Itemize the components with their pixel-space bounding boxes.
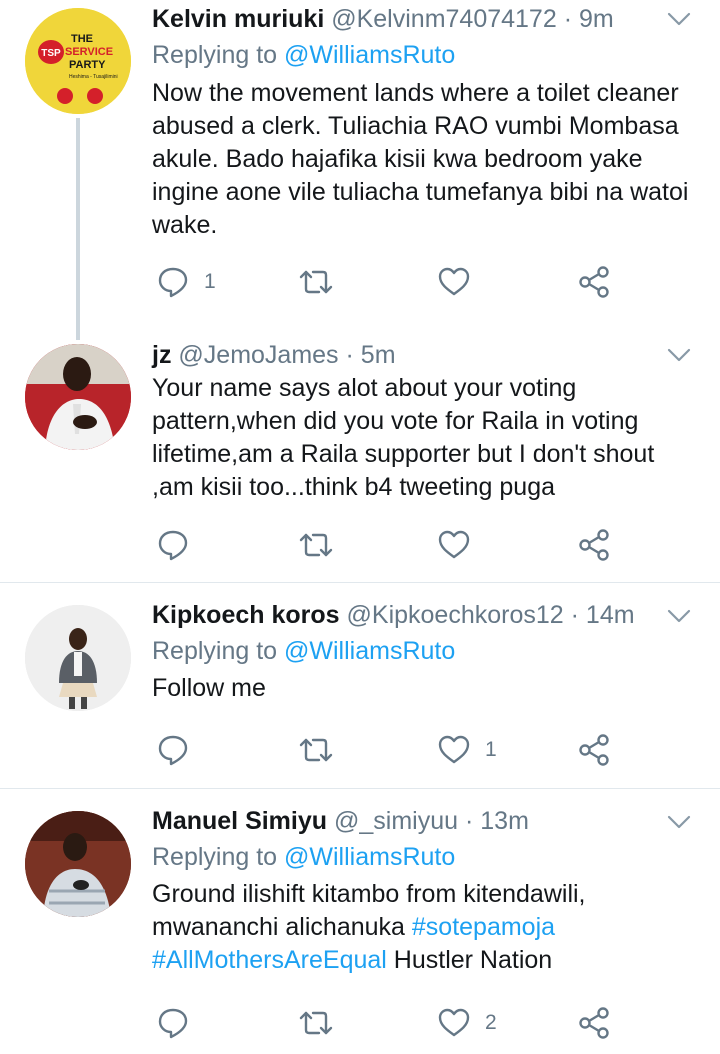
like-button[interactable] [437,525,485,565]
chevron-down-icon[interactable] [666,6,692,32]
tweet-text: Your name says alot about your voting pa… [152,374,655,501]
tweet-header: Kipkoech koros @Kipkoechkoros12 · 14m [152,598,690,632]
chevron-down-icon[interactable] [666,342,692,368]
like-icon [437,528,471,562]
action-bar [152,525,632,565]
reply-button[interactable]: 1 [156,262,216,302]
share-icon [577,528,611,562]
logo-line2: SERVICE [65,46,113,58]
tweet-header: Kelvin muriuki @Kelvinm74074172 · 9m [152,2,690,36]
chevron-down-icon[interactable] [666,603,692,629]
replying-to: Replying to @WilliamsRuto [152,634,690,668]
logo-line1: THE [71,33,93,45]
share-button[interactable] [577,525,611,565]
replying-to-prefix: Replying to [152,41,285,69]
separator-dot: · [563,5,573,33]
tweet-header: jz @JemoJames · 5m [152,338,690,372]
like-icon [437,733,471,767]
like-count: 1 [485,738,497,761]
logo-tagline: Heshima - Tusajilimini [69,74,118,80]
tweet-header: Manuel Simiyu @_simiyuu · 13m [152,804,690,838]
tweet[interactable]: TSP THE SERVICE PARTY Heshima - Tusajili… [0,0,720,330]
replying-to-mention[interactable]: @WilliamsRuto [284,41,455,69]
tweet[interactable]: jz @JemoJames · 5m Your name says alot a… [0,330,720,582]
avatar[interactable] [25,605,131,711]
share-icon [577,1006,611,1040]
tweet-text: Now the movement lands where a toilet cl… [152,79,689,239]
tweet-text: Follow me [152,674,266,702]
retweet-button[interactable] [297,525,349,565]
tweet-text-part2: Hustler Nation [386,946,553,974]
share-button[interactable] [577,730,611,770]
timestamp[interactable]: 13m [480,807,529,835]
user-handle[interactable]: @Kelvinm74074172 [331,5,557,33]
retweet-icon [297,528,335,562]
action-bar: 1 [152,730,632,770]
reply-icon [156,733,190,767]
like-icon [437,265,471,299]
replying-to: Replying to @WilliamsRuto [152,38,690,72]
logo-badge-text: TSP [41,48,61,59]
timestamp[interactable]: 14m [586,601,635,629]
reply-icon [156,528,190,562]
retweet-icon [297,733,335,767]
display-name[interactable]: jz [152,341,171,369]
like-count: 2 [485,1011,497,1034]
separator-dot: · [570,601,579,629]
timestamp[interactable]: 9m [579,5,614,33]
like-button[interactable]: 2 [437,1003,497,1043]
tweet[interactable]: Kipkoech koros @Kipkoechkoros12 · 14m Re… [0,583,720,788]
user-handle[interactable]: @Kipkoechkoros12 [347,601,564,629]
separator-dot: · [464,807,474,835]
like-button[interactable] [437,262,485,302]
action-bar: 2 [152,1003,632,1043]
replying-to-prefix: Replying to [152,843,285,871]
share-icon [577,733,611,767]
retweet-button[interactable] [297,262,349,302]
retweet-icon [297,1006,335,1040]
reply-button[interactable] [156,730,204,770]
avatar[interactable] [25,811,131,917]
retweet-button[interactable] [297,1003,349,1043]
action-bar: 1 [152,262,632,302]
timestamp[interactable]: 5m [361,341,396,369]
avatar[interactable]: TSP THE SERVICE PARTY Heshima - Tusajili… [25,8,131,114]
display-name[interactable]: Kipkoech koros [152,601,340,629]
avatar[interactable] [25,344,131,450]
like-button[interactable]: 1 [437,730,497,770]
replying-to: Replying to @WilliamsRuto [152,840,690,874]
share-icon [577,265,611,299]
replying-to-prefix: Replying to [152,637,285,665]
reply-icon [156,265,190,299]
replying-to-mention[interactable]: @WilliamsRuto [284,843,455,871]
retweet-icon [297,265,335,299]
reply-icon [156,1006,190,1040]
reply-count: 1 [204,270,216,293]
replying-to-mention[interactable]: @WilliamsRuto [284,637,455,665]
like-icon [437,1006,471,1040]
tweet-feed: TSP THE SERVICE PARTY Heshima - Tusajili… [0,0,720,1054]
share-button[interactable] [577,1003,611,1043]
user-handle[interactable]: @JemoJames [178,341,338,369]
separator-dot: · [345,341,354,369]
chevron-down-icon[interactable] [666,809,692,835]
hashtag-link[interactable]: #sotepamoja [412,913,555,941]
hashtag-link[interactable]: #AllMothersAreEqual [152,946,387,974]
tweet-text: Ground ilishift kitambo from kitendawili… [152,878,690,977]
retweet-button[interactable] [297,730,349,770]
tweet[interactable]: Manuel Simiyu @_simiyuu · 13m Replying t… [0,789,720,1054]
reply-button[interactable] [156,1003,204,1043]
logo-line3: PARTY [69,59,106,71]
display-name[interactable]: Manuel Simiyu [152,807,327,835]
reply-button[interactable] [156,525,204,565]
share-button[interactable] [577,262,611,302]
user-handle[interactable]: @_simiyuu [334,807,458,835]
display-name[interactable]: Kelvin muriuki [152,5,324,33]
